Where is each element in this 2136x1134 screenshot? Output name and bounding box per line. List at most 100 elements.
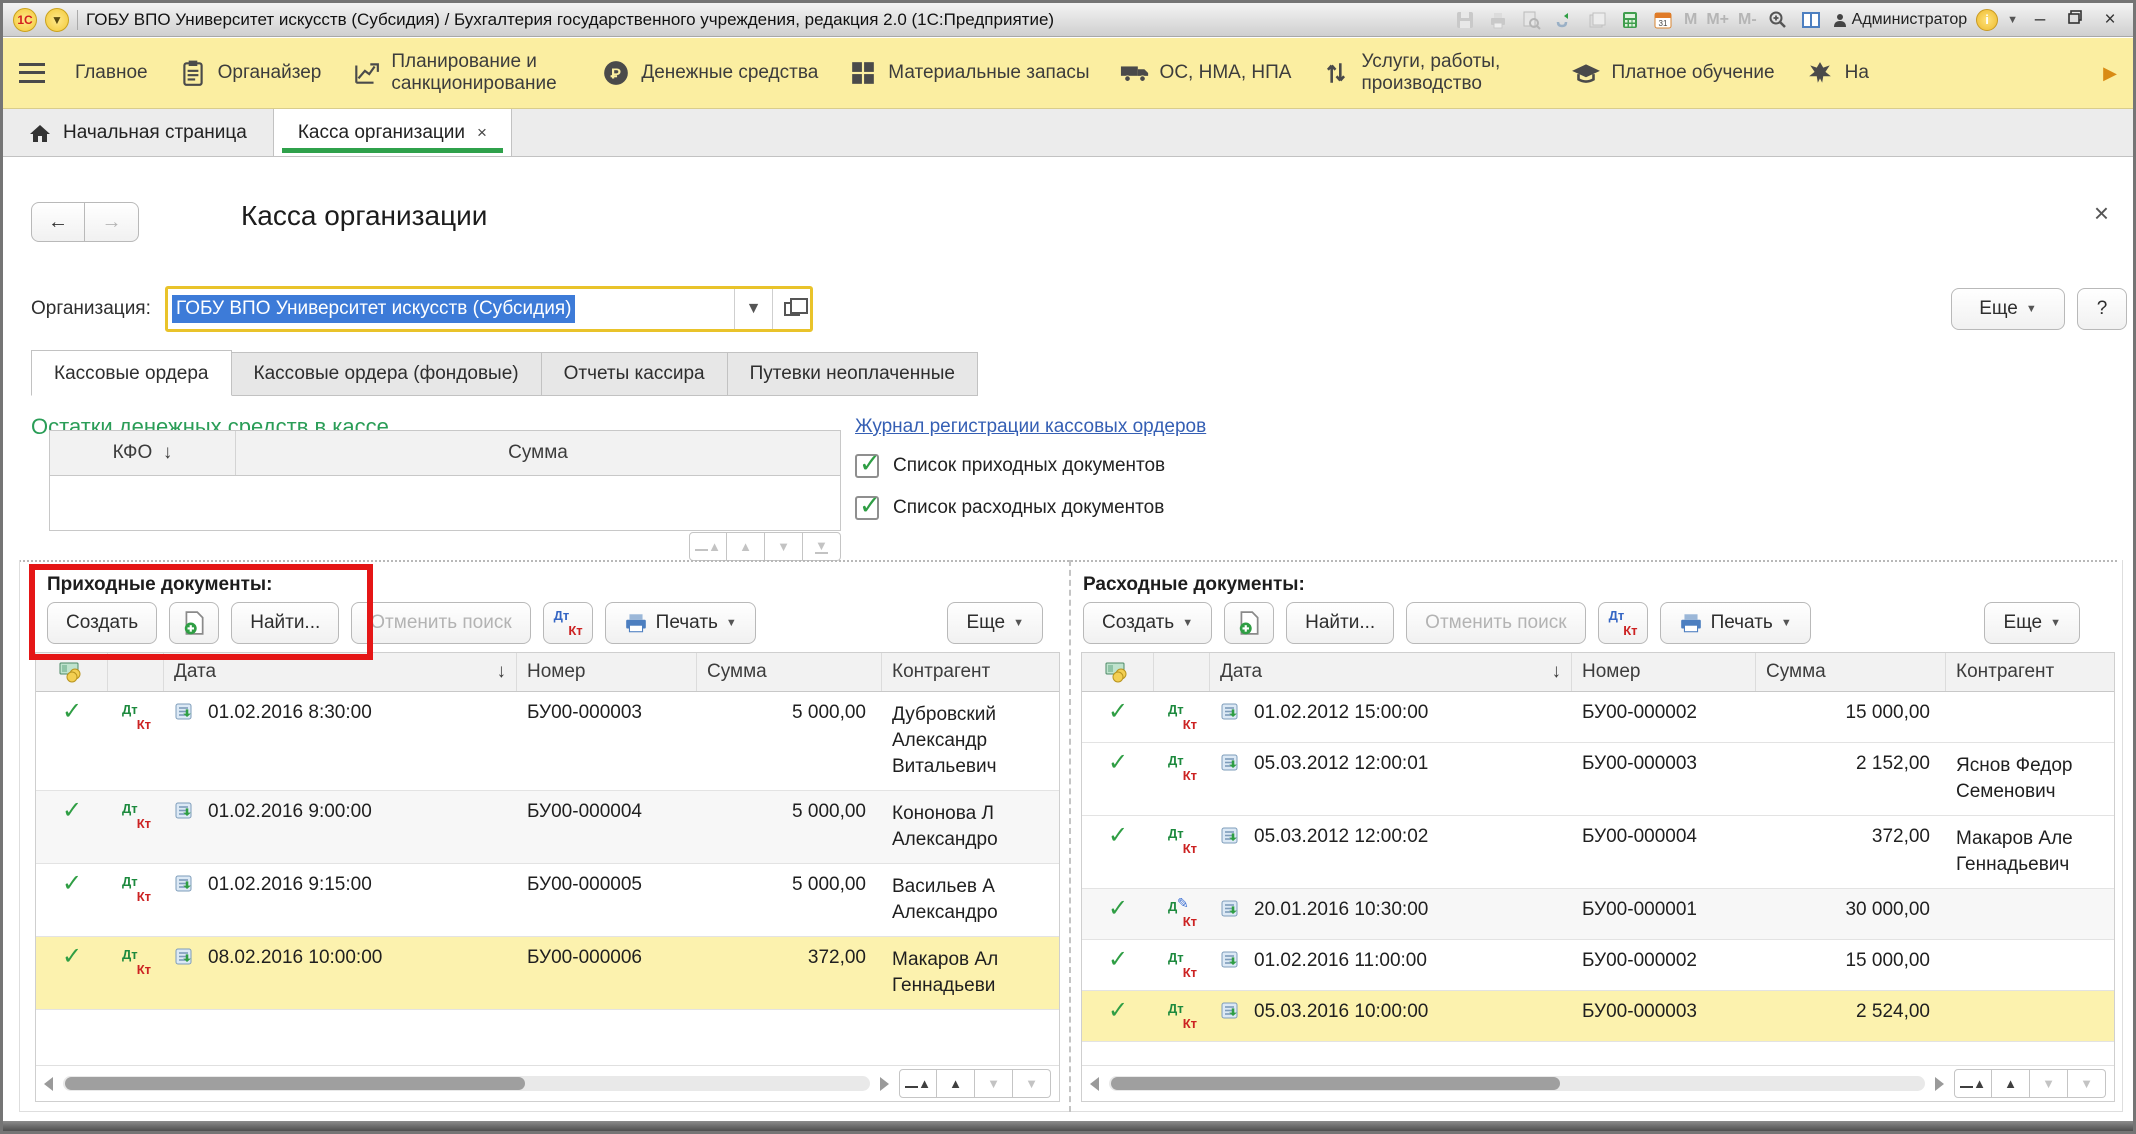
column-header-kfo[interactable]: КФО ↓ bbox=[50, 431, 236, 475]
ribbon-item-1[interactable]: Органайзер bbox=[178, 58, 321, 88]
split-view-icon[interactable] bbox=[1799, 8, 1823, 32]
go-down-icon[interactable]: ▼ bbox=[975, 1069, 1013, 1098]
expense-table-row[interactable]: ✓ Дт Кт 05.03.2012 12:00:02 БУ00-000004 372,0… bbox=[1082, 816, 2114, 889]
income-table-row[interactable]: ✓ Дт Кт 01.02.2016 8:30:00 БУ00-000003 5 000,… bbox=[36, 692, 1059, 791]
recent-docs-icon[interactable] bbox=[1585, 8, 1609, 32]
horizontal-scrollbar[interactable] bbox=[1109, 1076, 1925, 1091]
expense-dt-kt-button[interactable]: Дт Кт bbox=[1597, 602, 1648, 644]
income-more-button[interactable]: Еще ▼ bbox=[947, 602, 1043, 644]
column-header-summa[interactable]: Сумма bbox=[236, 431, 840, 475]
go-up-icon[interactable]: ▲ bbox=[1992, 1069, 2030, 1098]
ribbon-item-7[interactable]: Платное обучение bbox=[1571, 58, 1775, 88]
scroll-right-icon[interactable] bbox=[1935, 1076, 1944, 1091]
income-create-button[interactable]: Создать bbox=[47, 602, 158, 644]
subtab-3[interactable]: Путевки неоплаченные bbox=[727, 352, 978, 396]
print-icon[interactable] bbox=[1486, 8, 1510, 32]
go-last-icon[interactable]: ▼ bbox=[803, 532, 841, 561]
go-up-icon[interactable]: ▲ bbox=[727, 532, 765, 561]
journal-link[interactable]: Журнал регистрации кассовых ордеров bbox=[855, 416, 1206, 438]
ribbon-item-2[interactable]: Планирование и санкционирование bbox=[351, 51, 571, 95]
flags-column[interactable] bbox=[1154, 653, 1210, 691]
expense-table-row[interactable]: ✓ Д ✎ Кт 20.01.2016 10:30:00 БУ00-000001 30 00… bbox=[1082, 889, 2114, 940]
ribbon-item-4[interactable]: Материальные запасы bbox=[848, 58, 1090, 88]
scroll-right-icon[interactable] bbox=[880, 1076, 889, 1091]
restore-button[interactable] bbox=[2062, 9, 2088, 31]
income-dt-kt-button[interactable]: Дт Кт bbox=[542, 602, 593, 644]
close-window-button[interactable]: × bbox=[2097, 9, 2123, 31]
checkbox-icon[interactable]: ✓ bbox=[855, 490, 881, 520]
column-header-contragent[interactable]: Контрагент bbox=[1946, 653, 2114, 691]
go-first-icon[interactable]: ▲ bbox=[1954, 1069, 1992, 1098]
link-icon[interactable] bbox=[1552, 8, 1576, 32]
combo-open-icon[interactable] bbox=[772, 289, 810, 329]
memory-add-button[interactable]: M+ bbox=[1706, 11, 1729, 29]
income-cancel-search-button[interactable]: Отменить поиск bbox=[351, 602, 531, 644]
expense-cancel-search-button[interactable]: Отменить поиск bbox=[1406, 602, 1586, 644]
income-new-document-button[interactable] bbox=[169, 602, 220, 644]
close-form-icon[interactable]: × bbox=[2094, 198, 2109, 229]
go-first-icon[interactable]: ▲ bbox=[899, 1069, 937, 1098]
panel-splitter[interactable] bbox=[1069, 560, 1071, 1112]
subtab-2[interactable]: Отчеты кассира bbox=[541, 352, 728, 396]
hamburger-icon[interactable] bbox=[19, 63, 45, 83]
column-header-number[interactable]: Номер bbox=[517, 653, 697, 691]
flags-column[interactable] bbox=[108, 653, 164, 691]
income-table-row[interactable]: ✓ Дт Кт 08.02.2016 10:00:00 БУ00-000006 372,0… bbox=[36, 937, 1059, 1010]
forward-button[interactable]: → bbox=[85, 202, 139, 242]
ribbon-item-3[interactable]: Р Денежные средства bbox=[601, 58, 818, 88]
close-tab-icon[interactable]: × bbox=[477, 123, 487, 143]
go-last-icon[interactable]: ▼ bbox=[2068, 1069, 2106, 1098]
minimize-button[interactable]: – bbox=[2027, 9, 2053, 31]
info-icon[interactable]: i bbox=[1976, 8, 1999, 31]
subtab-1[interactable]: Кассовые ордера (фондовые) bbox=[231, 352, 542, 396]
go-down-icon[interactable]: ▼ bbox=[765, 532, 803, 561]
expense-table-row[interactable]: ✓ Дт Кт 01.02.2012 15:00:00 БУ00-000002 15 00… bbox=[1082, 692, 2114, 743]
subtab-0[interactable]: Кассовые ордера bbox=[31, 350, 232, 396]
save-icon[interactable] bbox=[1453, 8, 1477, 32]
income-table-row[interactable]: ✓ Дт Кт 01.02.2016 9:00:00 БУ00-000004 5 000,… bbox=[36, 791, 1059, 864]
expense-table-row[interactable]: ✓ Дт Кт 01.02.2016 11:00:00 БУ00-000002 15 00… bbox=[1082, 940, 2114, 991]
expense-table-row[interactable]: ✓ Дт Кт 05.03.2016 10:00:00 БУ00-000003 2 524… bbox=[1082, 991, 2114, 1042]
column-header-amount[interactable]: Сумма bbox=[697, 653, 882, 691]
combo-dropdown-icon[interactable]: ▼ bbox=[734, 289, 772, 329]
memory-subtract-button[interactable]: M- bbox=[1738, 11, 1757, 29]
checkbox-expense-list[interactable]: ✓ Список расходных документов bbox=[855, 490, 1164, 520]
expense-print-button[interactable]: Печать ▼ bbox=[1659, 602, 1811, 644]
scroll-left-icon[interactable] bbox=[44, 1076, 53, 1091]
expense-table-row[interactable]: ✓ Дт Кт 05.03.2012 12:00:01 БУ00-000003 2 152… bbox=[1082, 743, 2114, 816]
calculator-icon[interactable] bbox=[1618, 8, 1642, 32]
column-header-contragent[interactable]: Контрагент bbox=[882, 653, 1059, 691]
column-header-amount[interactable]: Сумма bbox=[1756, 653, 1946, 691]
expense-new-document-button[interactable] bbox=[1224, 602, 1275, 644]
column-header-date[interactable]: Дата ↓ bbox=[1210, 653, 1572, 691]
expense-create-button[interactable]: Создать ▼ bbox=[1083, 602, 1213, 644]
organization-combobox[interactable]: ГОБУ ВПО Университет искусств (Субсидия)… bbox=[165, 286, 813, 332]
scroll-left-icon[interactable] bbox=[1090, 1076, 1099, 1091]
ribbon-item-8[interactable]: На bbox=[1805, 58, 1869, 88]
column-header-date[interactable]: Дата ↓ bbox=[164, 653, 517, 691]
ribbon-overflow-arrow-icon[interactable]: ▶ bbox=[2103, 63, 2117, 84]
expense-find-button[interactable]: Найти... bbox=[1286, 602, 1395, 644]
zoom-icon[interactable] bbox=[1766, 8, 1790, 32]
preview-icon[interactable] bbox=[1519, 8, 1543, 32]
income-print-button[interactable]: Печать ▼ bbox=[604, 602, 756, 644]
ribbon-item-0[interactable]: Главное bbox=[75, 62, 148, 84]
column-header-number[interactable]: Номер bbox=[1572, 653, 1756, 691]
checkbox-icon[interactable]: ✓ bbox=[855, 448, 881, 478]
go-first-icon[interactable]: ▲ bbox=[689, 532, 727, 561]
back-button[interactable]: ← bbox=[31, 202, 85, 242]
balances-table-body[interactable] bbox=[50, 476, 840, 530]
chevron-down-icon[interactable]: ▼ bbox=[2007, 14, 2018, 26]
current-user[interactable]: Администратор bbox=[1832, 11, 1967, 29]
posted-column-icon[interactable] bbox=[1082, 653, 1154, 691]
ribbon-item-6[interactable]: Услуги, работы, производство bbox=[1321, 51, 1541, 95]
go-up-icon[interactable]: ▲ bbox=[937, 1069, 975, 1098]
calendar-icon[interactable]: 31 bbox=[1651, 8, 1675, 32]
ribbon-item-5[interactable]: ОС, НМА, НПА bbox=[1120, 58, 1291, 88]
income-find-button[interactable]: Найти... bbox=[231, 602, 340, 644]
go-last-icon[interactable]: ▼ bbox=[1013, 1069, 1051, 1098]
help-button[interactable]: ? bbox=[2077, 288, 2127, 330]
expense-more-button[interactable]: Еще ▼ bbox=[1984, 602, 2080, 644]
go-down-icon[interactable]: ▼ bbox=[2030, 1069, 2068, 1098]
checkbox-income-list[interactable]: ✓ Список приходных документов bbox=[855, 448, 1165, 478]
